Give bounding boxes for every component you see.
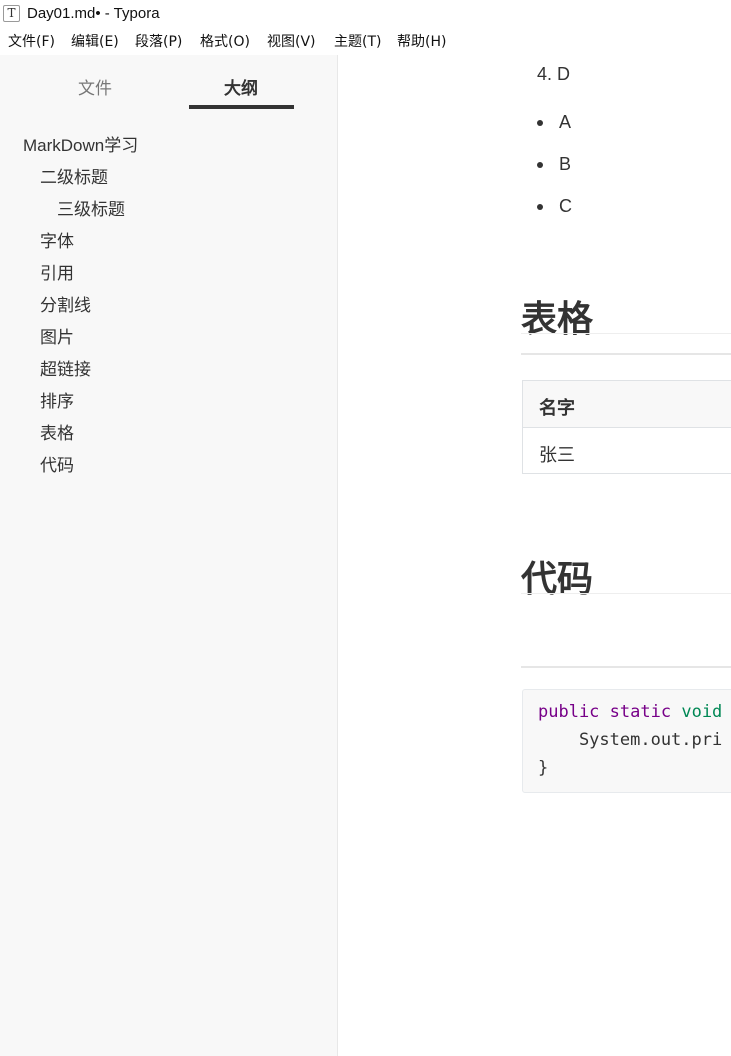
code-keyword-static: static — [609, 702, 672, 722]
table-header-cell[interactable]: 名字 — [539, 394, 575, 420]
bullet-item-b[interactable]: B — [559, 154, 571, 175]
bullet-dot — [537, 120, 543, 126]
code-block[interactable]: public static void System.out.pri } — [522, 689, 731, 793]
outline-item-sort[interactable]: 排序 — [40, 387, 74, 412]
menu-edit[interactable]: 编辑(E) — [71, 31, 119, 51]
menu-help[interactable]: 帮助(H) — [397, 31, 446, 51]
typora-app-icon: T — [3, 5, 20, 22]
menu-paragraph[interactable]: 段落(P) — [135, 31, 182, 51]
code-keyword-void: void — [681, 702, 723, 722]
heading-underline — [521, 593, 731, 594]
bullet-dot — [537, 162, 543, 168]
code-line-3: } — [538, 758, 549, 778]
outline-item-h2[interactable]: 二级标题 — [40, 163, 108, 188]
menu-format[interactable]: 格式(O) — [200, 31, 250, 51]
bullet-item-a[interactable]: A — [559, 112, 571, 133]
active-tab-indicator — [189, 105, 294, 109]
table-cell[interactable]: 张三 — [539, 441, 575, 467]
window-title: Day01.md• - Typora — [27, 5, 160, 22]
menu-file[interactable]: 文件(F) — [8, 31, 55, 51]
heading-table[interactable]: 表格 — [521, 290, 593, 342]
outline-item-quote[interactable]: 引用 — [40, 259, 74, 284]
ordered-list-item[interactable]: 4. D — [537, 64, 570, 85]
heading-underline — [521, 333, 731, 334]
tab-outline[interactable]: 大纲 — [224, 74, 258, 99]
menu-bar: 文件(F) 编辑(E) 段落(P) 格式(O) 视图(V) 主题(T) 帮助(H… — [0, 31, 731, 53]
heading-code[interactable]: 代码 — [521, 550, 593, 602]
sidebar: 文件 大纲 MarkDown学习 二级标题 三级标题 字体 引用 分割线 图片 … — [0, 55, 338, 1056]
code-line-2: System.out.pri — [538, 730, 723, 750]
outline-item-image[interactable]: 图片 — [40, 323, 74, 348]
menu-theme[interactable]: 主题(T) — [334, 31, 381, 51]
outline-item-code[interactable]: 代码 — [40, 451, 74, 476]
title-bar: T Day01.md• - Typora — [0, 0, 731, 29]
code-line-1: public static void — [538, 702, 722, 722]
editor-area[interactable]: 4. D A B C 表格 名字 张三 代码 public static voi… — [338, 55, 731, 1056]
horizontal-rule — [521, 666, 731, 668]
outline-item-h3[interactable]: 三级标题 — [57, 195, 125, 220]
tab-files[interactable]: 文件 — [78, 74, 112, 99]
table-header-row: 名字 — [523, 381, 731, 428]
outline-item-font[interactable]: 字体 — [40, 227, 74, 252]
code-keyword-public: public — [538, 702, 600, 722]
outline-item-hyperlink[interactable]: 超链接 — [40, 355, 91, 380]
menu-view[interactable]: 视图(V) — [267, 31, 316, 51]
bullet-dot — [537, 204, 543, 210]
outline-item-divider[interactable]: 分割线 — [40, 291, 91, 316]
markdown-table[interactable]: 名字 张三 — [522, 380, 731, 474]
bullet-item-c[interactable]: C — [559, 196, 572, 217]
outline-item-markdown-study[interactable]: MarkDown学习 — [23, 131, 138, 156]
outline-item-table[interactable]: 表格 — [40, 419, 74, 444]
horizontal-rule — [521, 353, 731, 355]
